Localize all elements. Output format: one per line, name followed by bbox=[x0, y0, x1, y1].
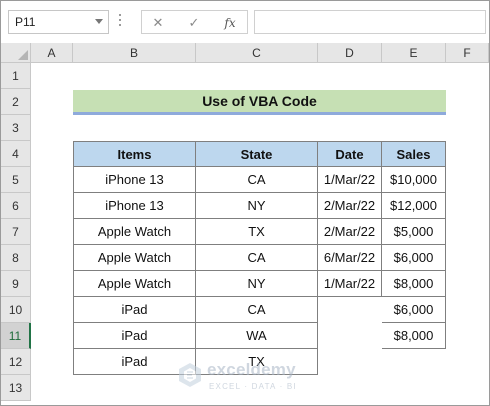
row-header-13[interactable]: 13 bbox=[1, 375, 31, 401]
data-table: Items State Date Sales iPhone 13 CA 1/Mar/22 $1… bbox=[73, 141, 446, 375]
row-header-1[interactable]: 1 bbox=[1, 63, 31, 89]
row-header-5[interactable]: 5 bbox=[1, 167, 31, 193]
column-header-a[interactable]: A bbox=[31, 43, 73, 63]
sheet-title: Use of VBA Code bbox=[73, 90, 446, 115]
table-cell-sales[interactable]: $6,000 bbox=[382, 297, 446, 323]
column-header-c[interactable]: C bbox=[196, 43, 318, 63]
row-header-9[interactable]: 9 bbox=[1, 271, 31, 297]
watermark: exceldemy EXCEL · DATA · BI bbox=[177, 358, 317, 398]
table-cell-state[interactable]: TX bbox=[196, 219, 318, 245]
name-box-value: P11 bbox=[15, 15, 36, 29]
table-cell-sales[interactable]: $5,000 bbox=[382, 219, 446, 245]
table-header-sales[interactable]: Sales bbox=[382, 141, 446, 167]
table-cell-items[interactable]: iPad bbox=[73, 297, 196, 323]
table-header-date[interactable]: Date bbox=[318, 141, 382, 167]
worksheet-grid: ABCDEF 1 2 3 4 5 6 7 8 9 10 11 12 13 Use of VBA Code… bbox=[1, 43, 489, 405]
column-header-f[interactable]: F bbox=[446, 43, 489, 63]
insert-function-icon[interactable]: fx bbox=[220, 13, 240, 33]
table-cell-date[interactable]: 6/Mar/22 bbox=[318, 245, 382, 271]
table-cell-sales[interactable]: $8,000 bbox=[382, 271, 446, 297]
table-cell-items[interactable]: iPhone 13 bbox=[73, 167, 196, 193]
table-cell-state[interactable]: CA bbox=[196, 167, 318, 193]
table-cell-state[interactable]: WA bbox=[196, 323, 318, 349]
table-cell-state[interactable]: CA bbox=[196, 245, 318, 271]
row-header-3[interactable]: 3 bbox=[1, 115, 31, 141]
row-header-8[interactable]: 8 bbox=[1, 245, 31, 271]
column-header-d[interactable]: D bbox=[318, 43, 382, 63]
row-header-4[interactable]: 4 bbox=[1, 141, 31, 167]
formula-buttons: ✕ ✓ fx bbox=[141, 10, 248, 34]
table-cell-state[interactable]: NY bbox=[196, 193, 318, 219]
table-cell-items[interactable]: iPhone 13 bbox=[73, 193, 196, 219]
select-all-button[interactable] bbox=[1, 43, 31, 63]
watermark-name: exceldemy bbox=[207, 360, 296, 379]
enter-check-icon[interactable]: ✓ bbox=[184, 13, 204, 33]
formula-input[interactable] bbox=[254, 10, 486, 34]
table-header-state[interactable]: State bbox=[196, 141, 318, 167]
watermark-tagline: EXCEL · DATA · BI bbox=[209, 382, 297, 391]
table-cell-sales[interactable]: $8,000 bbox=[382, 323, 446, 349]
table-cell-state[interactable]: NY bbox=[196, 271, 318, 297]
row-header-2[interactable]: 2 bbox=[1, 89, 31, 115]
table-cell-items[interactable]: Apple Watch bbox=[73, 245, 196, 271]
table-cell-items[interactable]: iPad bbox=[73, 323, 196, 349]
table-cell-date[interactable]: 2/Mar/22 bbox=[318, 193, 382, 219]
drag-handle-icon[interactable] bbox=[118, 14, 122, 30]
table-header-items[interactable]: Items bbox=[73, 141, 196, 167]
row-header-6[interactable]: 6 bbox=[1, 193, 31, 219]
row-header-10[interactable]: 10 bbox=[1, 297, 31, 323]
table-cell-state[interactable]: CA bbox=[196, 297, 318, 323]
table-cell-date[interactable]: 1/Mar/22 bbox=[318, 167, 382, 193]
table-cell-sales[interactable]: $6,000 bbox=[382, 245, 446, 271]
exceldemy-logo-icon bbox=[179, 363, 201, 387]
table-cell-items[interactable]: Apple Watch bbox=[73, 271, 196, 297]
table-cell-sales[interactable]: $12,000 bbox=[382, 193, 446, 219]
table-cell-items[interactable]: Apple Watch bbox=[73, 219, 196, 245]
row-header-11[interactable]: 11 bbox=[1, 323, 31, 349]
chevron-down-icon[interactable] bbox=[95, 19, 103, 24]
table-cell-date[interactable]: 2/Mar/22 bbox=[318, 219, 382, 245]
formula-bar: P11 ✕ ✓ fx bbox=[1, 1, 489, 43]
table-cell-date[interactable]: 1/Mar/22 bbox=[318, 271, 382, 297]
row-header-7[interactable]: 7 bbox=[1, 219, 31, 245]
column-header-e[interactable]: E bbox=[382, 43, 446, 63]
table-cell-sales[interactable]: $10,000 bbox=[382, 167, 446, 193]
cancel-icon[interactable]: ✕ bbox=[148, 13, 168, 33]
row-header-12[interactable]: 12 bbox=[1, 349, 31, 375]
column-header-b[interactable]: B bbox=[73, 43, 196, 63]
name-box[interactable]: P11 bbox=[8, 10, 109, 34]
